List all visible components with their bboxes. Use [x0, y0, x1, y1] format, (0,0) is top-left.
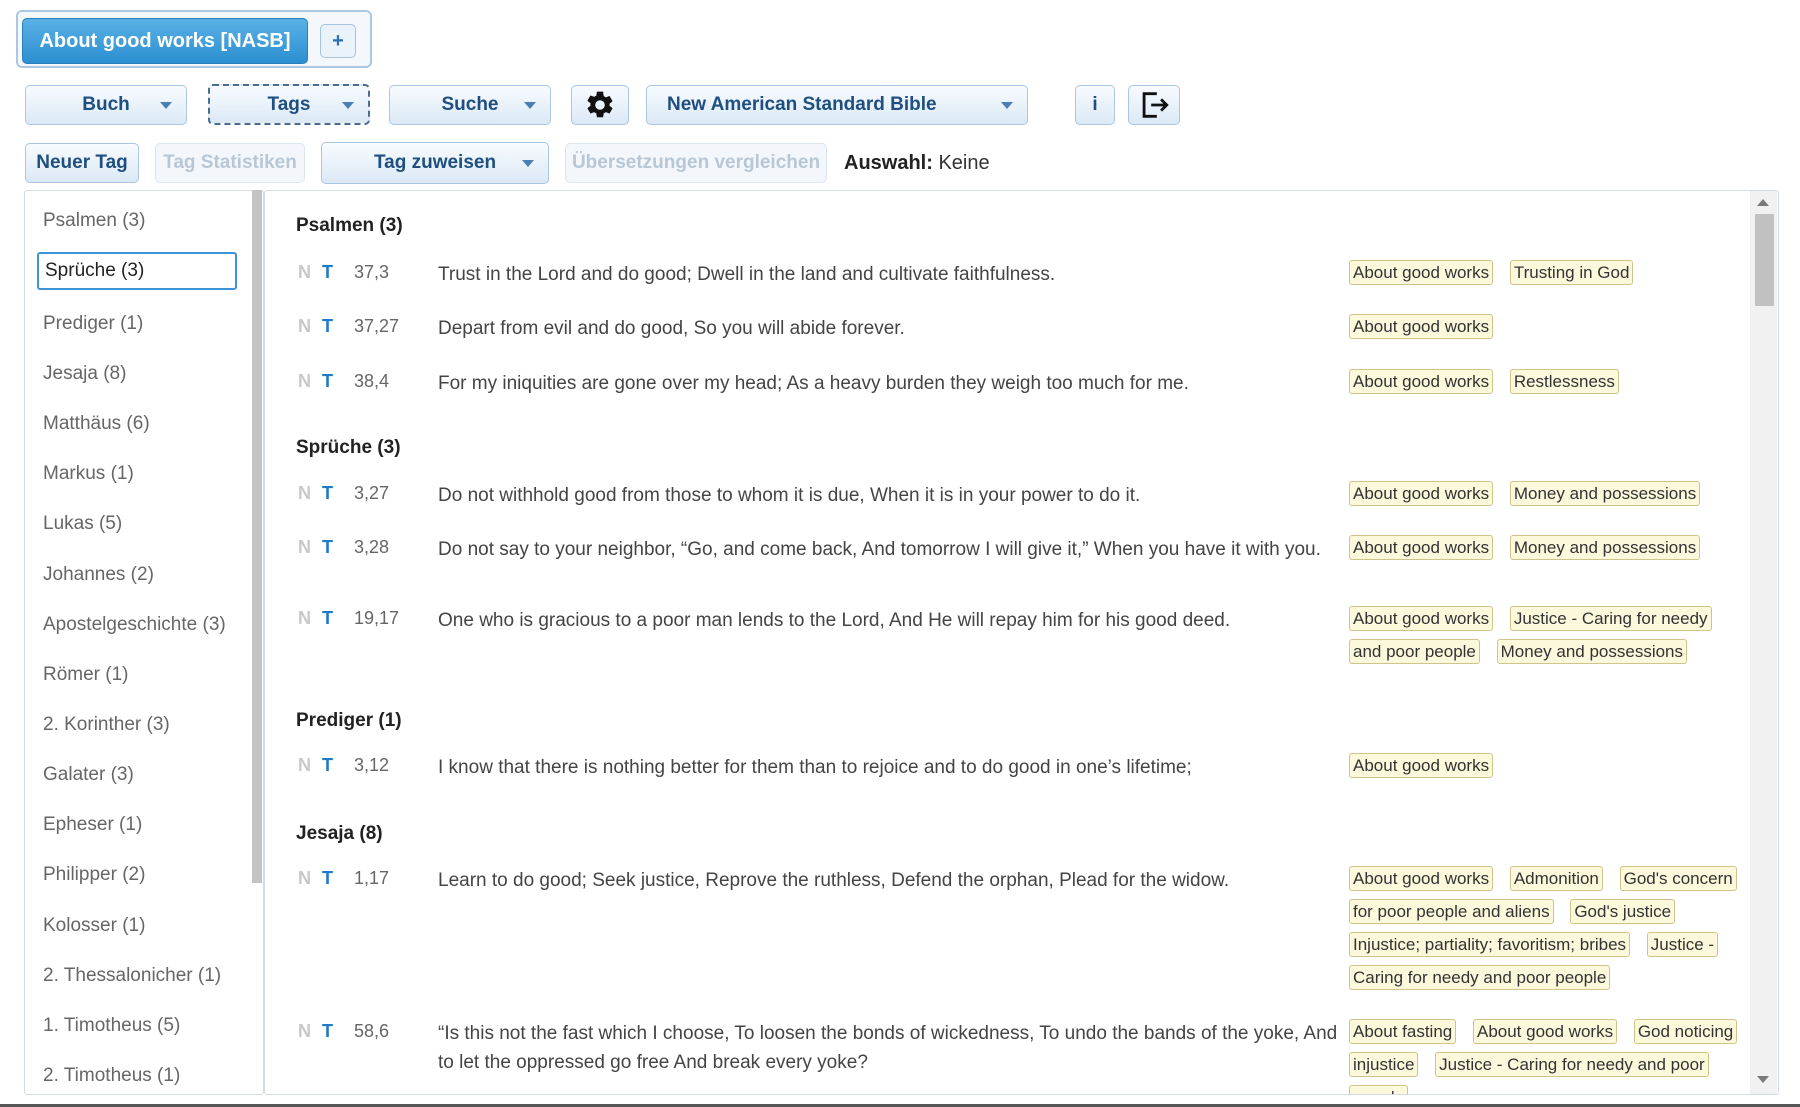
- note-marker[interactable]: N: [298, 868, 311, 889]
- main-scrollbar-thumb[interactable]: [1755, 214, 1774, 306]
- tag-chip[interactable]: About good works: [1349, 866, 1494, 891]
- scroll-down-icon[interactable]: [1757, 1076, 1769, 1083]
- verse-reference: 3,27: [354, 483, 390, 503]
- tag-marker[interactable]: T: [322, 371, 333, 392]
- tag-chip[interactable]: About good works: [1349, 606, 1494, 631]
- tag-marker[interactable]: T: [322, 608, 333, 629]
- verse-tags: About good works Money and possessions: [1349, 477, 1739, 510]
- verse-text[interactable]: Do not withhold good from those to whom …: [438, 481, 1343, 510]
- verse-text[interactable]: Depart from evil and do good, So you wil…: [438, 314, 1343, 343]
- tag-chip[interactable]: About good works: [1349, 260, 1494, 285]
- verse-text[interactable]: Do not say to your neighbor, “Go, and co…: [438, 535, 1343, 564]
- verse-reference: 58,6: [354, 1021, 390, 1041]
- tag-chip[interactable]: About fasting: [1349, 1019, 1457, 1044]
- verse-tags: About good works Money and possessions: [1349, 531, 1739, 564]
- tag-marker[interactable]: T: [322, 316, 333, 337]
- tag-chip[interactable]: God's justice: [1570, 899, 1676, 924]
- verse-reference: 3,28: [354, 537, 390, 557]
- tag-chip[interactable]: About good works: [1349, 535, 1494, 560]
- tag-marker[interactable]: T: [322, 1021, 333, 1042]
- verse-tags: About good works Trusting in God: [1349, 256, 1739, 289]
- tag-chip[interactable]: About good works: [1349, 753, 1494, 778]
- tag-chip[interactable]: Trusting in God: [1509, 260, 1634, 285]
- note-marker[interactable]: N: [298, 1021, 311, 1042]
- tag-chip[interactable]: Money and possessions: [1509, 535, 1701, 560]
- section-header: Psalmen (3): [296, 215, 403, 236]
- tag-marker[interactable]: T: [322, 262, 333, 283]
- verse-reference: 38,4: [354, 371, 390, 391]
- verse-tags: About good works: [1349, 749, 1739, 782]
- note-marker[interactable]: N: [298, 371, 311, 392]
- tag-chip[interactable]: Restlessness: [1509, 369, 1619, 394]
- verse-text[interactable]: Learn to do good; Seek justice, Reprove …: [438, 866, 1343, 895]
- note-marker[interactable]: N: [298, 262, 311, 283]
- tag-marker[interactable]: T: [322, 537, 333, 558]
- verse-text[interactable]: Trust in the Lord and do good; Dwell in …: [438, 260, 1343, 289]
- note-marker[interactable]: N: [298, 608, 311, 629]
- tag-chip[interactable]: Injustice; partiality; favoritism; bribe…: [1349, 932, 1631, 957]
- tag-marker[interactable]: T: [322, 755, 333, 776]
- verse-tags: About good works Justice - Caring for ne…: [1349, 602, 1739, 668]
- verse-tags: About good works Admonition God's concer…: [1349, 862, 1739, 994]
- tag-chip[interactable]: About good works: [1472, 1019, 1618, 1044]
- verse-reference: 37,3: [354, 262, 390, 282]
- verse-tags: About good works Restlessness: [1349, 365, 1739, 398]
- verse-tags: About good works: [1349, 310, 1739, 343]
- tag-chip[interactable]: Admonition: [1509, 866, 1603, 891]
- note-marker[interactable]: N: [298, 483, 311, 504]
- tag-chip[interactable]: About good works: [1349, 369, 1494, 394]
- note-marker[interactable]: N: [298, 755, 311, 776]
- scroll-up-icon[interactable]: [1757, 199, 1769, 206]
- tag-chip[interactable]: About good works: [1349, 314, 1494, 339]
- section-header: Sprüche (3): [296, 437, 401, 458]
- verse-list: Psalmen (3) N T 37,3 Trust in the Lord and d…: [0, 0, 1800, 1094]
- verse-tags: About fasting About good works God notic…: [1349, 1015, 1739, 1094]
- verse-reference: 37,27: [354, 316, 400, 336]
- tag-marker[interactable]: T: [322, 868, 333, 889]
- verse-reference: 3,12: [354, 755, 390, 775]
- verse-text[interactable]: “Is this not the fast which I choose, To…: [438, 1019, 1343, 1077]
- verse-reference: 19,17: [354, 608, 400, 628]
- note-marker[interactable]: N: [298, 537, 311, 558]
- tag-marker[interactable]: T: [322, 483, 333, 504]
- section-header: Prediger (1): [296, 710, 402, 731]
- tag-chip[interactable]: About good works: [1349, 481, 1494, 506]
- tag-chip[interactable]: Money and possessions: [1496, 639, 1688, 664]
- verse-text[interactable]: One who is gracious to a poor man lends …: [438, 606, 1343, 635]
- section-header: Jesaja (8): [296, 823, 383, 844]
- tag-chip[interactable]: Money and possessions: [1509, 481, 1701, 506]
- verse-reference: 1,17: [354, 868, 390, 888]
- main-scrollbar[interactable]: [1750, 191, 1777, 1094]
- verse-text[interactable]: I know that there is nothing better for …: [438, 753, 1343, 782]
- note-marker[interactable]: N: [298, 316, 311, 337]
- verse-text[interactable]: For my iniquities are gone over my head;…: [438, 369, 1343, 398]
